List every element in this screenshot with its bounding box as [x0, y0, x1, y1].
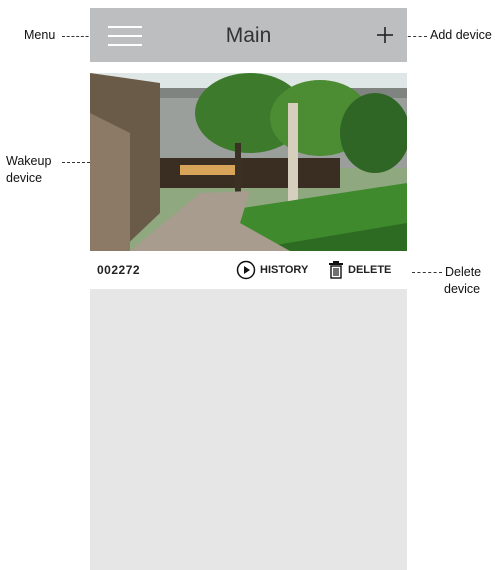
device-id: 002272	[97, 263, 141, 277]
delete-device-callout-label-line1: Delete	[445, 265, 482, 279]
device-action-row: 002272 HISTORY DELETE	[90, 251, 407, 289]
top-app-bar: Main	[90, 8, 407, 62]
history-button[interactable]: HISTORY	[236, 259, 308, 281]
phone-screen: Main 002272 HISTORY DELETE	[90, 8, 407, 570]
wakeup-callout-label-line1: Wakeup	[6, 154, 52, 168]
plus-icon	[377, 27, 393, 43]
camera-preview[interactable]	[90, 73, 407, 251]
delete-button-label: DELETE	[348, 264, 392, 276]
add-device-callout-label: Add device	[430, 28, 492, 42]
header-spacer	[90, 62, 407, 73]
wakeup-callout-line	[62, 162, 90, 163]
wakeup-callout-label-line2: device	[6, 171, 43, 185]
delete-button[interactable]: DELETE	[328, 259, 391, 281]
page-title: Main	[225, 24, 272, 47]
trash-icon	[329, 261, 343, 279]
delete-device-callout-line	[412, 272, 442, 273]
add-device-button[interactable]	[376, 26, 394, 44]
camera-snapshot-image	[90, 73, 407, 251]
menu-callout-label: Menu	[24, 28, 56, 42]
history-button-label: HISTORY	[260, 264, 309, 276]
play-circle-icon	[236, 260, 256, 280]
delete-device-callout-label-line2: device	[444, 282, 481, 296]
